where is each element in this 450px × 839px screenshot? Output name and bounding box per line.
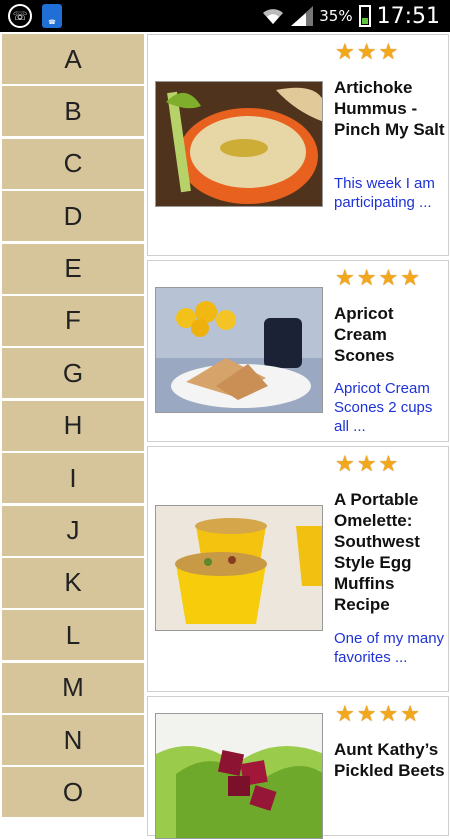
star-icon: ★ bbox=[378, 452, 399, 477]
status-bar: ☏ ☎ 35% 17:51 bbox=[0, 0, 450, 32]
app-notification-icon: ☎ bbox=[42, 4, 62, 28]
hummus-photo bbox=[155, 81, 323, 207]
recipe-title[interactable]: A Portable Omelette: Southwest Style Egg… bbox=[334, 489, 446, 615]
scones-photo bbox=[155, 287, 323, 413]
star-icon: ★ bbox=[356, 452, 377, 477]
recipe-snippet[interactable]: Apricot Cream Scones 2 cups all ... bbox=[334, 379, 446, 436]
wifi-icon bbox=[263, 9, 284, 24]
alpha-item-m[interactable]: M bbox=[2, 662, 144, 713]
clock: 17:51 bbox=[376, 3, 440, 29]
alpha-item-n[interactable]: N bbox=[2, 715, 144, 766]
alphabet-index: A B C D E F G H I J K L M N O bbox=[2, 34, 144, 820]
alpha-item-o[interactable]: O bbox=[2, 767, 144, 818]
recipe-title[interactable]: Artichoke Hummus - Pinch My Salt bbox=[334, 77, 446, 140]
alpha-item-e[interactable]: E bbox=[2, 243, 144, 294]
battery-percent: 35% bbox=[319, 7, 353, 25]
alpha-item-k[interactable]: K bbox=[2, 557, 144, 608]
alpha-item-i[interactable]: I bbox=[2, 453, 144, 504]
battery-icon bbox=[358, 5, 371, 27]
alpha-item-a[interactable]: A bbox=[2, 34, 144, 84]
star-icon: ★ bbox=[356, 40, 377, 65]
alpha-item-c[interactable]: C bbox=[2, 138, 144, 189]
alpha-item-j[interactable]: J bbox=[2, 505, 144, 556]
star-icon: ★ bbox=[378, 702, 399, 727]
recipe-snippet[interactable]: This week I am participating ... bbox=[334, 174, 446, 212]
star-icon: ★ bbox=[335, 266, 355, 291]
recipe-card[interactable]: ★ ★ ★ Artichoke Hummus - Pinch My Salt T… bbox=[147, 34, 449, 256]
alpha-item-b[interactable]: B bbox=[2, 86, 144, 137]
star-icon: ★ bbox=[335, 702, 355, 727]
star-icon: ★ bbox=[378, 40, 399, 65]
star-icon: ★ bbox=[356, 266, 377, 291]
star-icon: ★ bbox=[400, 266, 420, 291]
signal-icon bbox=[291, 6, 314, 26]
whatsapp-icon: ☏ bbox=[8, 4, 32, 28]
rating-stars: ★ ★ ★ ★ bbox=[335, 266, 420, 291]
recipe-title[interactable]: Apricot Cream Scones bbox=[334, 303, 446, 366]
recipe-card[interactable]: ★ ★ ★ A Portable Omelette: Southwest Sty… bbox=[147, 446, 449, 692]
alpha-item-g[interactable]: G bbox=[2, 348, 144, 399]
alpha-item-h[interactable]: H bbox=[2, 400, 144, 451]
star-icon: ★ bbox=[356, 702, 377, 727]
recipe-snippet[interactable]: One of my many favorites ... bbox=[334, 629, 446, 667]
rating-stars: ★ ★ ★ bbox=[335, 40, 399, 65]
rating-stars: ★ ★ ★ bbox=[335, 452, 399, 477]
egg-muffins-photo bbox=[155, 505, 323, 631]
recipe-title[interactable]: Aunt Kathy’s Pickled Beets bbox=[334, 739, 446, 781]
alpha-item-f[interactable]: F bbox=[2, 295, 144, 346]
alpha-item-l[interactable]: L bbox=[2, 610, 144, 661]
rating-stars: ★ ★ ★ ★ bbox=[335, 702, 420, 727]
star-icon: ★ bbox=[378, 266, 399, 291]
pickled-beets-photo bbox=[155, 713, 323, 839]
recipe-card[interactable]: ★ ★ ★ ★ Aunt Kathy’s Pickled Beets bbox=[147, 696, 449, 839]
star-icon: ★ bbox=[400, 702, 420, 727]
star-icon: ★ bbox=[335, 40, 355, 65]
star-icon: ★ bbox=[335, 452, 355, 477]
recipe-card[interactable]: ★ ★ ★ ★ Apricot Cream Scones Apricot Cre… bbox=[147, 260, 449, 442]
alpha-item-d[interactable]: D bbox=[2, 191, 144, 242]
